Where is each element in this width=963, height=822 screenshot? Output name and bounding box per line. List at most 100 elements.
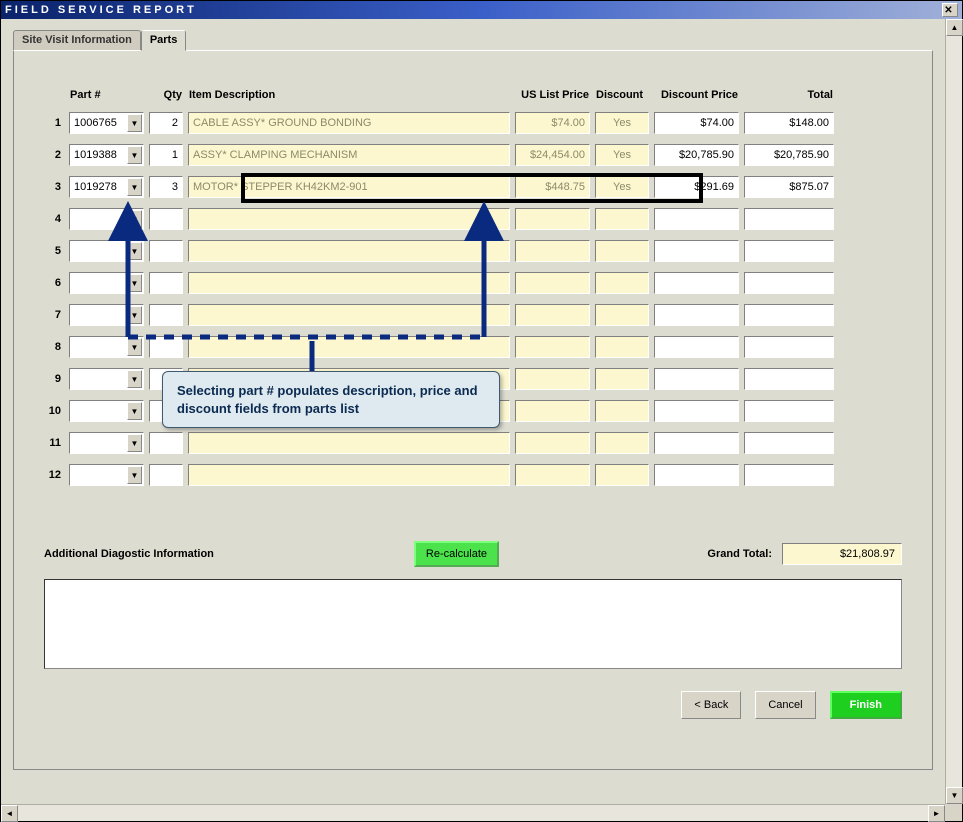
- horizontal-scrollbar[interactable]: ◄ ►: [1, 804, 945, 821]
- chevron-down-icon[interactable]: ▼: [127, 242, 142, 260]
- qty-input[interactable]: [149, 432, 183, 454]
- table-row: 11006765▼2CABLE ASSY* GROUND BONDING$74.…: [47, 111, 835, 135]
- qty-input[interactable]: 2: [149, 112, 183, 134]
- list-price: [515, 240, 590, 262]
- chevron-down-icon[interactable]: ▼: [127, 370, 142, 388]
- row-total: $20,785.90: [744, 144, 834, 166]
- qty-input[interactable]: 1: [149, 144, 183, 166]
- item-description: CABLE ASSY* GROUND BONDING: [188, 112, 510, 134]
- item-description: MOTOR* STEPPER KH42KM2-901: [188, 176, 510, 198]
- discount: [595, 240, 649, 262]
- col-price: US List Price: [514, 89, 591, 103]
- part-number-combo[interactable]: 1019388▼: [69, 144, 144, 166]
- part-number-combo[interactable]: ▼: [69, 400, 144, 422]
- chevron-down-icon[interactable]: ▼: [127, 274, 142, 292]
- discount: [595, 272, 649, 294]
- qty-input[interactable]: 3: [149, 176, 183, 198]
- part-number-combo[interactable]: ▼: [69, 368, 144, 390]
- list-price: [515, 208, 590, 230]
- window: FIELD SERVICE REPORT ✕ Site Visit Inform…: [0, 0, 963, 822]
- chevron-down-icon[interactable]: ▼: [127, 210, 142, 228]
- scroll-down-icon[interactable]: ▼: [946, 787, 963, 804]
- qty-input[interactable]: [149, 336, 183, 358]
- item-description: [188, 240, 510, 262]
- col-qty: Qty: [148, 89, 184, 103]
- item-description: [188, 272, 510, 294]
- row-number: 7: [47, 303, 65, 327]
- row-total: [744, 400, 834, 422]
- chevron-down-icon[interactable]: ▼: [127, 178, 142, 196]
- scroll-up-icon[interactable]: ▲: [946, 19, 963, 36]
- item-description: [188, 432, 510, 454]
- window-title: FIELD SERVICE REPORT: [5, 4, 197, 16]
- chevron-down-icon[interactable]: ▼: [127, 338, 142, 356]
- size-grip[interactable]: [945, 804, 962, 821]
- qty-input[interactable]: [149, 272, 183, 294]
- part-number-combo[interactable]: ▼: [69, 240, 144, 262]
- discount-price: $291.69: [654, 176, 739, 198]
- discount: Yes: [595, 176, 649, 198]
- part-number-combo[interactable]: ▼: [69, 208, 144, 230]
- discount-price: $20,785.90: [654, 144, 739, 166]
- row-total: [744, 464, 834, 486]
- table-row: 7▼: [47, 303, 835, 327]
- discount: [595, 304, 649, 326]
- part-number-combo[interactable]: ▼: [69, 336, 144, 358]
- tab-site-visit[interactable]: Site Visit Information: [13, 30, 141, 51]
- additional-info-label: Additional Diagostic Information: [44, 548, 214, 560]
- tab-parts[interactable]: Parts: [141, 30, 187, 51]
- qty-input[interactable]: [149, 240, 183, 262]
- discount-price: [654, 272, 739, 294]
- list-price: [515, 368, 590, 390]
- recalculate-button[interactable]: Re-calculate: [414, 541, 499, 567]
- discount-price: [654, 464, 739, 486]
- parts-grid: Part # Qty Item Description US List Pric…: [44, 81, 902, 495]
- row-total: [744, 432, 834, 454]
- finish-button[interactable]: Finish: [830, 691, 902, 719]
- tabs: Site Visit Information Parts: [13, 30, 933, 51]
- chevron-down-icon[interactable]: ▼: [127, 146, 142, 164]
- part-number-combo[interactable]: ▼: [69, 272, 144, 294]
- back-button[interactable]: < Back: [681, 691, 741, 719]
- scroll-left-icon[interactable]: ◄: [1, 805, 18, 822]
- chevron-down-icon[interactable]: ▼: [127, 434, 142, 452]
- list-price: $24,454.00: [515, 144, 590, 166]
- content: Site Visit Information Parts Part # Qty …: [1, 19, 945, 804]
- chevron-down-icon[interactable]: ▼: [127, 306, 142, 324]
- close-icon[interactable]: ✕: [942, 3, 958, 17]
- table-row: 6▼: [47, 271, 835, 295]
- list-price: [515, 432, 590, 454]
- table-row: 31019278▼3MOTOR* STEPPER KH42KM2-901$448…: [47, 175, 835, 199]
- discount: [595, 400, 649, 422]
- chevron-down-icon[interactable]: ▼: [127, 402, 142, 420]
- chevron-down-icon[interactable]: ▼: [127, 466, 142, 484]
- row-number: 2: [47, 143, 65, 167]
- qty-input[interactable]: [149, 304, 183, 326]
- list-price: [515, 400, 590, 422]
- chevron-down-icon[interactable]: ▼: [127, 114, 142, 132]
- part-number-combo[interactable]: 1019278▼: [69, 176, 144, 198]
- table-row: 8▼: [47, 335, 835, 359]
- callout: Selecting part # populates description, …: [162, 371, 500, 428]
- cancel-button[interactable]: Cancel: [755, 691, 815, 719]
- discount: [595, 336, 649, 358]
- part-number-combo[interactable]: 1006765▼: [69, 112, 144, 134]
- vertical-scrollbar[interactable]: ▲ ▼: [945, 19, 962, 804]
- col-discount: Discount: [594, 89, 650, 103]
- row-number: 1: [47, 111, 65, 135]
- part-number-combo[interactable]: ▼: [69, 432, 144, 454]
- additional-info-textarea[interactable]: [44, 579, 902, 669]
- discount: [595, 208, 649, 230]
- list-price: [515, 336, 590, 358]
- table-row: 21019388▼1ASSY* CLAMPING MECHANISM$24,45…: [47, 143, 835, 167]
- part-number-combo[interactable]: ▼: [69, 464, 144, 486]
- discount: [595, 464, 649, 486]
- list-price: $74.00: [515, 112, 590, 134]
- table-row: 12▼: [47, 463, 835, 487]
- scroll-right-icon[interactable]: ►: [928, 805, 945, 822]
- qty-input[interactable]: [149, 208, 183, 230]
- qty-input[interactable]: [149, 464, 183, 486]
- part-number-combo[interactable]: ▼: [69, 304, 144, 326]
- col-desc: Item Description: [187, 89, 511, 103]
- row-number: 9: [47, 367, 65, 391]
